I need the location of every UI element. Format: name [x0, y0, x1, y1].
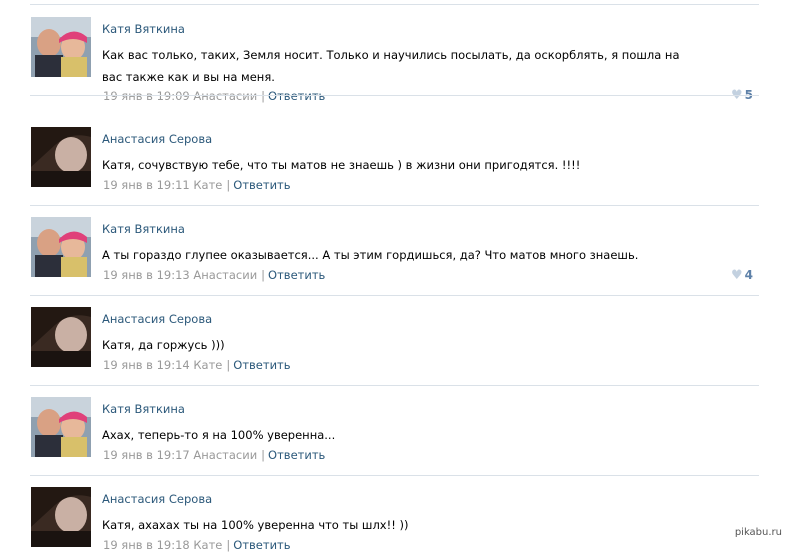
comment-time[interactable]: 19 янв в 19:14 — [103, 358, 190, 372]
avatar-katya[interactable] — [31, 397, 91, 457]
comment-author-link[interactable]: Анастасия Серова — [102, 312, 212, 326]
comment-reply-to[interactable]: Анастасии — [193, 89, 257, 103]
comment-author-link[interactable]: Анастасия Серова — [102, 132, 212, 146]
comment-time[interactable]: 19 янв в 19:11 — [103, 178, 190, 192]
comment-reply-to[interactable]: Кате — [193, 358, 222, 372]
comment-text: А ты гораздо глупее оказывается... А ты … — [102, 248, 639, 262]
comment-text: Катя, ахахах ты на 100% уверенна что ты … — [102, 518, 409, 532]
comment-author-link[interactable]: Катя Вяткина — [102, 402, 185, 416]
comment-time[interactable]: 19 янв в 19:13 — [103, 268, 190, 282]
comment-item: Анастасия Серова Катя, сочувствую тебе, … — [30, 116, 759, 206]
comment-meta: 19 янв в 19:11 Кате | Ответить — [103, 178, 291, 192]
comment-text: Как вас только, таких, Земля носит. Толь… — [102, 48, 680, 84]
comment-time[interactable]: 19 янв в 19:17 — [103, 448, 190, 462]
comment-text: Ахах, теперь-то я на 100% уверенна... — [102, 428, 336, 442]
comment-item: Катя Вяткина Ахах, теперь-то я на 100% у… — [30, 386, 759, 476]
comment-author-link[interactable]: Катя Вяткина — [102, 222, 185, 236]
like-count: 4 — [744, 268, 753, 282]
comment-reply-to[interactable]: Анастасии — [193, 448, 257, 462]
avatar-anastasia[interactable] — [31, 127, 91, 187]
comment-text: Катя, да горжусь ))) — [102, 338, 225, 352]
reply-button[interactable]: Ответить — [233, 538, 290, 552]
reply-button[interactable]: Ответить — [268, 89, 325, 103]
avatar-katya[interactable] — [31, 217, 91, 277]
reply-button[interactable]: Ответить — [233, 178, 290, 192]
meta-divider: | — [261, 268, 266, 282]
reply-button[interactable]: Ответить — [233, 358, 290, 372]
comment-item: Катя Вяткина Как вас только, таких, Земл… — [30, 6, 759, 103]
comment-time[interactable]: 19 янв в 19:18 — [103, 538, 190, 552]
comment-list: Катя Вяткина Как вас только, таких, Земл… — [0, 0, 788, 552]
comment-reply-to[interactable]: Кате — [193, 178, 222, 192]
meta-divider: | — [261, 448, 266, 462]
meta-divider: | — [226, 178, 231, 192]
comment-meta: 19 янв в 19:13 Анастасии | Ответить — [103, 268, 325, 282]
comment-meta: 19 янв в 19:17 Анастасии | Ответить — [103, 448, 325, 462]
reply-button[interactable]: Ответить — [268, 268, 325, 282]
comment-author-link[interactable]: Катя Вяткина — [102, 22, 185, 36]
meta-divider: | — [261, 89, 266, 103]
meta-divider: | — [226, 358, 231, 372]
avatar-anastasia[interactable] — [31, 487, 91, 547]
comment-item: Катя Вяткина А ты гораздо глупее оказыва… — [30, 206, 759, 296]
comment-reply-to[interactable]: Анастасии — [193, 268, 257, 282]
comment-meta: 19 янв в 19:14 Кате | Ответить — [103, 358, 291, 372]
avatar-katya[interactable] — [31, 17, 91, 77]
comment-author-link[interactable]: Анастасия Серова — [102, 492, 212, 506]
comment-item: Анастасия Серова Катя, да горжусь ))) 19… — [30, 296, 759, 386]
comment-divider — [30, 95, 759, 96]
heart-icon: ♥ — [730, 268, 743, 283]
reply-button[interactable]: Ответить — [268, 448, 325, 462]
comment-reply-to[interactable]: Кате — [193, 538, 222, 552]
comment-time[interactable]: 19 янв в 19:09 — [103, 89, 190, 103]
avatar-anastasia[interactable] — [31, 307, 91, 367]
comment-text: Катя, сочувствую тебе, что ты матов не з… — [102, 158, 581, 172]
watermark: pikabu.ru — [734, 527, 782, 538]
like-button[interactable]: ♥ 4 — [731, 268, 753, 283]
comment-item: Анастасия Серова Катя, ахахах ты на 100%… — [30, 476, 759, 552]
comment-meta: 19 янв в 19:18 Кате | Ответить — [103, 538, 291, 552]
meta-divider: | — [226, 538, 231, 552]
comment-meta: 19 янв в 19:09 Анастасии | Ответить — [103, 89, 325, 103]
